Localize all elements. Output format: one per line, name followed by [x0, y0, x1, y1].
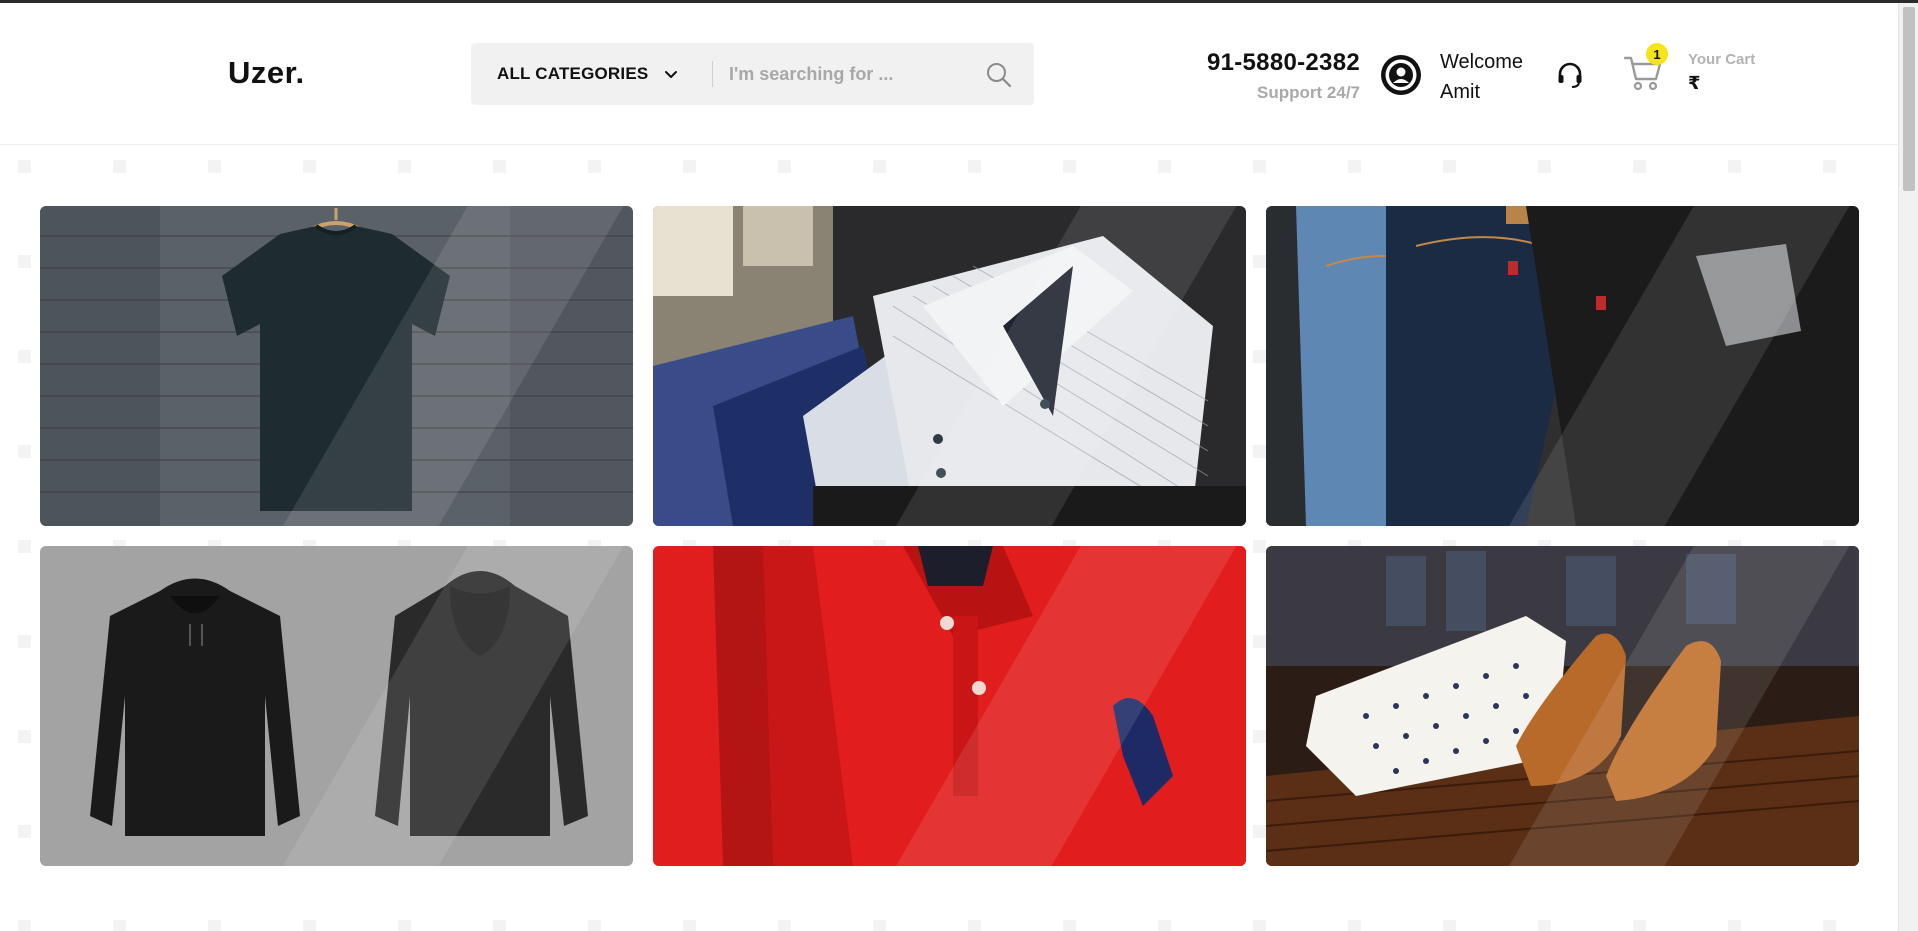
pattern-dot: [588, 160, 601, 173]
pattern-dot: [493, 160, 506, 173]
category-tile-shirts[interactable]: [653, 206, 1246, 526]
pattern-dot: [1728, 920, 1741, 931]
pattern-dot: [18, 825, 31, 838]
pattern-dot: [1633, 160, 1646, 173]
pattern-dot: [208, 920, 221, 931]
hoodies-image: [40, 546, 633, 866]
pattern-dot: [1443, 920, 1456, 931]
search-input[interactable]: [729, 56, 959, 92]
pattern-dot: [493, 920, 506, 931]
pattern-dot: [778, 920, 791, 931]
phone-contact: 91-5880-2382 Support 24/7: [1207, 49, 1360, 103]
pattern-dot: [873, 160, 886, 173]
category-tile-hoodies[interactable]: [40, 546, 633, 866]
pattern-dot: [683, 920, 696, 931]
pattern-dot: [588, 920, 601, 931]
category-tile-polo[interactable]: [653, 546, 1246, 866]
pattern-dot: [1823, 160, 1836, 173]
category-tile-jeans[interactable]: [1266, 206, 1859, 526]
pattern-dot: [303, 160, 316, 173]
category-tile-formal[interactable]: [1266, 546, 1859, 866]
phone-number[interactable]: 91-5880-2382: [1207, 49, 1360, 77]
welcome-user[interactable]: Welcome Amit: [1440, 47, 1523, 107]
pattern-dot: [18, 920, 31, 931]
pattern-dot: [18, 445, 31, 458]
cart-summary[interactable]: Your Cart ₹: [1688, 51, 1755, 94]
site-header: Uzer. ALL CATEGORIES 91-5880-2382 Suppor…: [0, 3, 1898, 145]
pattern-dot: [968, 160, 981, 173]
pattern-dot: [303, 920, 316, 931]
pattern-dot: [398, 160, 411, 173]
pattern-dot: [398, 920, 411, 931]
search-icon[interactable]: [985, 61, 1013, 89]
pattern-dot: [113, 160, 126, 173]
search-divider: [712, 61, 713, 87]
headset-icon[interactable]: [1554, 59, 1586, 91]
polo-image: [653, 546, 1246, 866]
pattern-dot: [18, 540, 31, 553]
pattern-dot: [1253, 920, 1266, 931]
pattern-dot: [778, 160, 791, 173]
chevron-down-icon: [664, 67, 678, 81]
pattern-dot: [968, 920, 981, 931]
pattern-dot: [1158, 160, 1171, 173]
pattern-dot: [1823, 920, 1836, 931]
category-select-label: ALL CATEGORIES: [497, 64, 649, 83]
cart-label: Your Cart: [1688, 51, 1756, 68]
pattern-dot: [1253, 160, 1266, 173]
pattern-dot: [1728, 160, 1741, 173]
pattern-dot: [1063, 160, 1076, 173]
cart-count-badge: 1: [1646, 43, 1668, 65]
category-tile-tshirt[interactable]: [40, 206, 633, 526]
pattern-dot: [113, 920, 126, 931]
pattern-dot: [1538, 920, 1551, 931]
support-hours: Support 24/7: [1257, 83, 1360, 102]
cart-amount: ₹: [1688, 73, 1701, 93]
pattern-dot: [18, 160, 31, 173]
scrollbar-thumb[interactable]: [1903, 7, 1915, 191]
user-name: Amit: [1440, 81, 1480, 103]
category-select[interactable]: ALL CATEGORIES: [497, 43, 678, 105]
search-bar: ALL CATEGORIES: [471, 43, 1034, 105]
tshirt-image: [40, 206, 633, 526]
pattern-dot: [1063, 920, 1076, 931]
page-scrollbar[interactable]: [1898, 3, 1918, 931]
formal-wear-image: [1266, 546, 1859, 866]
pattern-dot: [18, 635, 31, 648]
pattern-dot: [683, 160, 696, 173]
jeans-image: [1266, 206, 1859, 526]
pattern-dot: [1538, 160, 1551, 173]
pattern-dot: [1348, 160, 1361, 173]
pattern-dot: [18, 350, 31, 363]
pattern-dot: [873, 920, 886, 931]
pattern-dot: [1633, 920, 1646, 931]
pattern-dot: [1158, 920, 1171, 931]
welcome-text: Welcome: [1440, 51, 1523, 73]
category-grid: [40, 206, 1860, 866]
pattern-dot: [18, 255, 31, 268]
pattern-dot: [1348, 920, 1361, 931]
pattern-dot: [208, 160, 221, 173]
category-banner-section: [0, 146, 1898, 931]
pattern-dot: [1443, 160, 1456, 173]
pattern-dot: [18, 730, 31, 743]
user-avatar-icon[interactable]: [1380, 54, 1422, 96]
site-logo[interactable]: Uzer.: [228, 55, 305, 91]
shirts-image: [653, 206, 1246, 526]
